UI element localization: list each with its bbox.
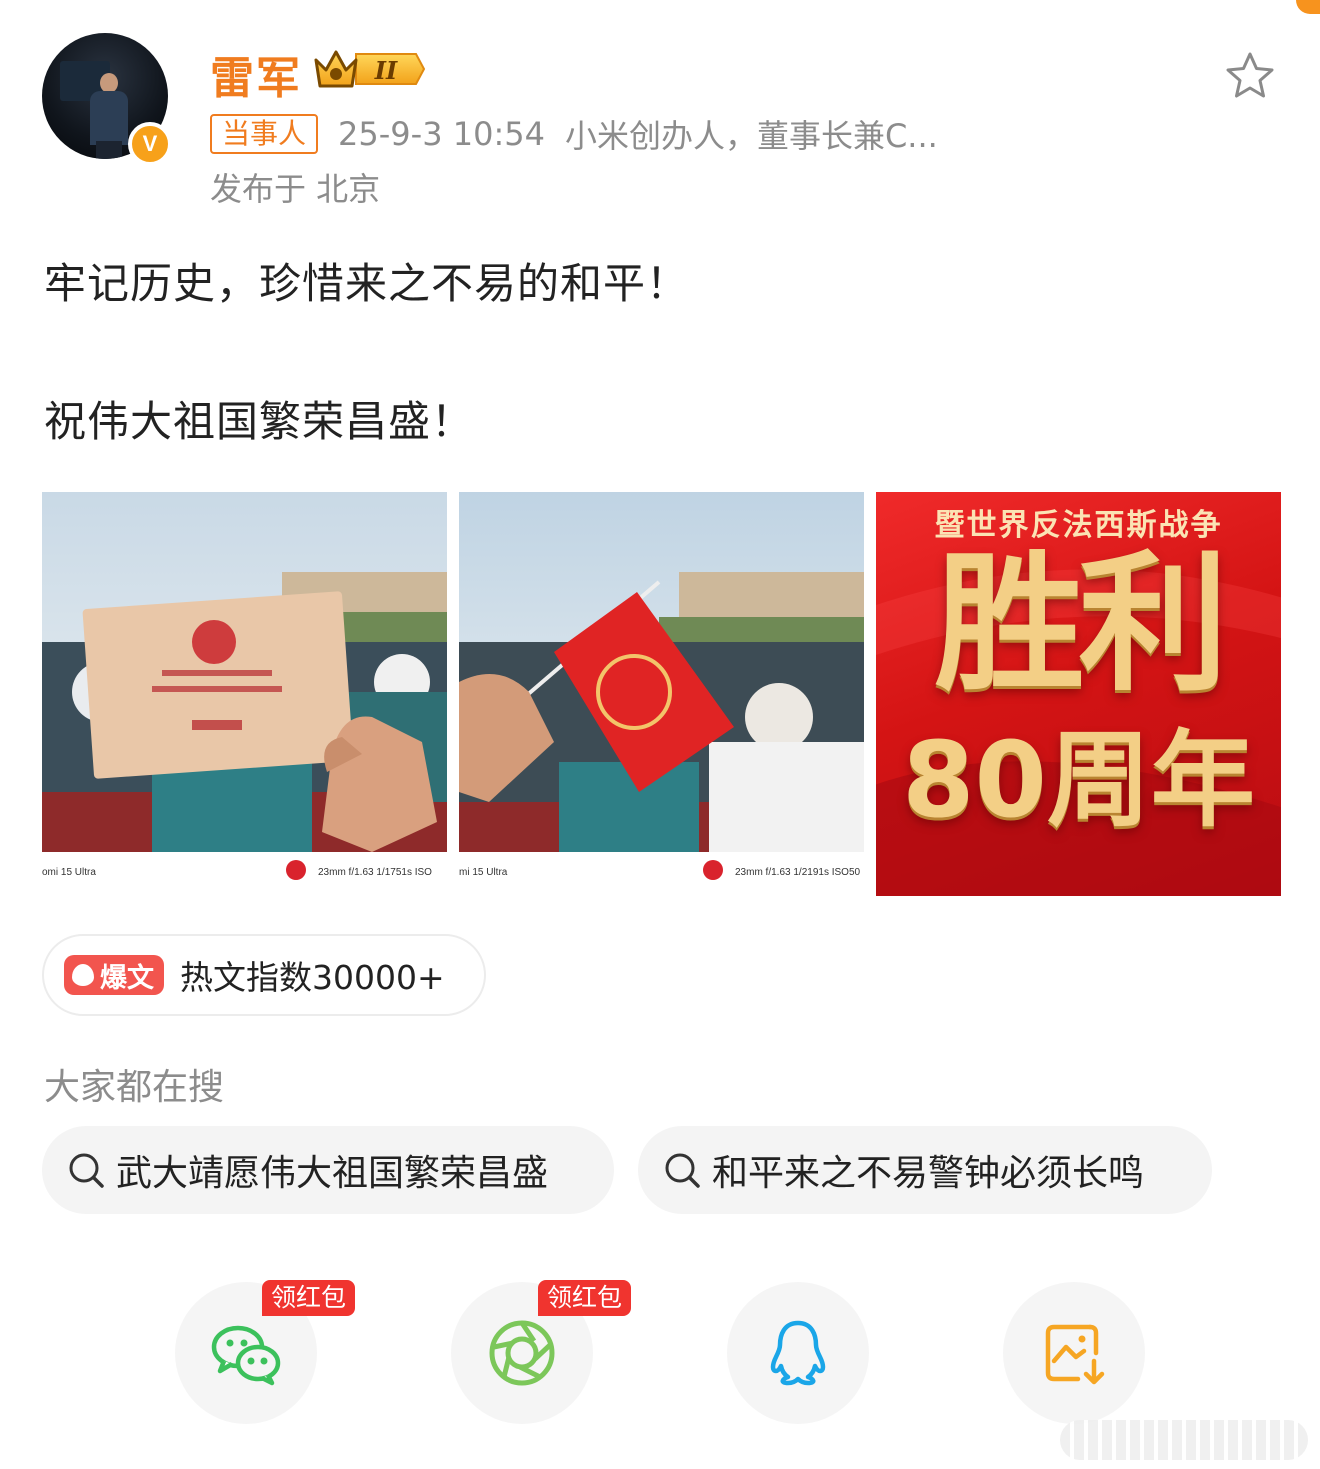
avatar-person-legs (96, 141, 122, 159)
hot-badge: 爆文 (64, 955, 164, 995)
party-tag: 当事人 (210, 114, 319, 154)
camera-spec: 23mm f/1.63 1/1751s ISO (318, 867, 432, 878)
hot-article-pill[interactable]: 爆文 热文指数30000+ (42, 934, 486, 1016)
rank-label: II (374, 56, 398, 85)
post-image-1[interactable]: omi 15 Ultra 23mm f/1.63 1/1751s ISO (42, 492, 447, 896)
post-time: 25-9-3 10:54 (338, 115, 545, 153)
avatar-person-head (100, 73, 118, 93)
flag-photo (459, 492, 864, 852)
camera-model: mi 15 Ultra (459, 867, 508, 878)
trending-search-text: 武大靖愿伟大祖国繁荣昌盛 (116, 1153, 549, 1194)
poster-headline: 胜利 (934, 538, 1228, 712)
search-icon (665, 1153, 700, 1188)
post-location: 发布于 北京 (210, 170, 381, 208)
poster-anniversary: 80周年 (902, 719, 1255, 841)
flame-icon (72, 964, 94, 986)
camera-model: omi 15 Ultra (42, 867, 96, 878)
photo-caption: mi 15 Ultra 23mm f/1.63 1/2191s ISO50 (459, 852, 864, 896)
post-text-line-2: 祝伟大祖国繁荣昌盛！ (44, 397, 475, 446)
username[interactable]: 雷军 (210, 42, 302, 106)
leica-logo-icon (703, 860, 723, 880)
post-meta-row: 当事人 25-9-3 10:54 小米创办人，董事长兼C... (210, 112, 938, 156)
post-image-2[interactable]: mi 15 Ultra 23mm f/1.63 1/2191s ISO50 (459, 492, 864, 896)
moments-icon (489, 1320, 555, 1386)
member-crown-badge-icon[interactable]: II (312, 46, 426, 92)
red-packet-tag[interactable]: 领红包 (262, 1280, 356, 1316)
hot-index-text: 热文指数30000+ (180, 958, 445, 997)
post-text-line-1: 牢记历史，珍惜来之不易的和平！ (44, 259, 690, 308)
save-image-button[interactable] (1003, 1282, 1145, 1424)
top-accent-bar (1296, 0, 1320, 14)
trending-search-chip[interactable]: 武大靖愿伟大祖国繁荣昌盛 (42, 1126, 614, 1214)
user-description: 小米创办人，董事长兼C... (564, 117, 938, 155)
trending-search-text: 和平来之不易警钟必须长鸣 (712, 1153, 1145, 1194)
red-packet-tag[interactable]: 领红包 (538, 1280, 632, 1316)
trending-search-title: 大家都在搜 (44, 1067, 225, 1108)
trending-search-chip[interactable]: 和平来之不易警钟必须长鸣 (638, 1126, 1212, 1214)
invitation-photo (42, 492, 447, 852)
wechat-icon (211, 1325, 281, 1386)
verified-badge-icon: V (128, 122, 172, 166)
share-qq-button[interactable] (727, 1282, 869, 1424)
favorite-star-icon[interactable] (1224, 50, 1276, 102)
search-icon (69, 1153, 104, 1188)
hot-badge-label: 爆文 (100, 962, 154, 994)
watermark-bar (1060, 1420, 1308, 1460)
camera-spec: 23mm f/1.63 1/2191s ISO50 (735, 867, 861, 878)
leica-logo-icon (286, 860, 306, 880)
post-image-3[interactable]: 暨世界反法西斯战争 胜利 80周年 (876, 492, 1281, 896)
qq-icon (770, 1320, 826, 1386)
photo-caption: omi 15 Ultra 23mm f/1.63 1/1751s ISO (42, 852, 447, 896)
avatar-person-body (90, 91, 128, 145)
save-image-icon (1045, 1324, 1105, 1385)
